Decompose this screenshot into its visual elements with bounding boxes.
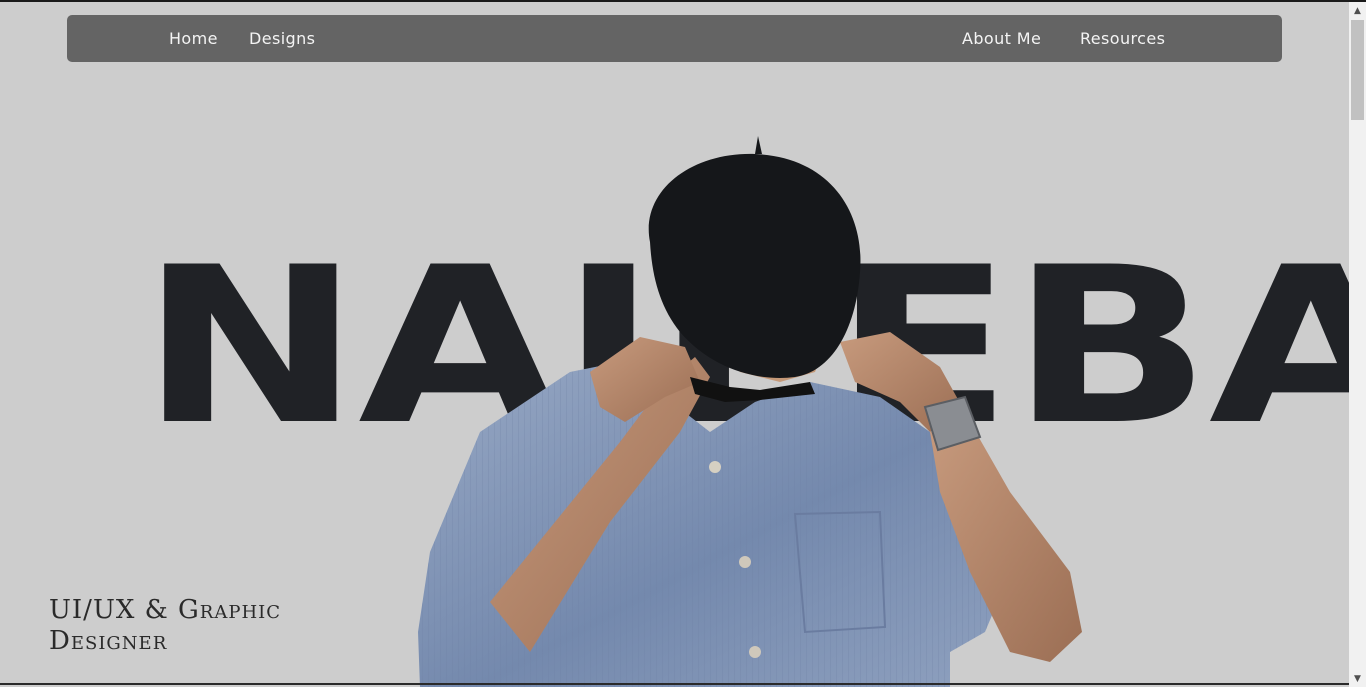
nav-about-link[interactable]: About Me bbox=[962, 15, 1041, 62]
nav-resources-link[interactable]: Resources bbox=[1080, 15, 1165, 62]
nav-home-link[interactable]: Home bbox=[169, 15, 218, 62]
subtitle-line-1: UI/UX & Graphic bbox=[49, 595, 282, 625]
nav-designs-link[interactable]: Designs bbox=[249, 15, 315, 62]
vertical-scrollbar[interactable]: ▲ ▼ bbox=[1349, 2, 1366, 687]
scrollbar-thumb[interactable] bbox=[1351, 20, 1364, 120]
scroll-up-arrow-icon[interactable]: ▲ bbox=[1349, 2, 1366, 19]
subtitle-line-2: Designer bbox=[49, 626, 168, 656]
portrait-photo bbox=[418, 136, 1082, 687]
hero-subtitle: UI/UX & Graphic Designer bbox=[49, 595, 349, 657]
scroll-down-arrow-icon[interactable]: ▼ bbox=[1349, 670, 1366, 687]
navbar: Home Designs About Me Resources bbox=[67, 15, 1282, 62]
